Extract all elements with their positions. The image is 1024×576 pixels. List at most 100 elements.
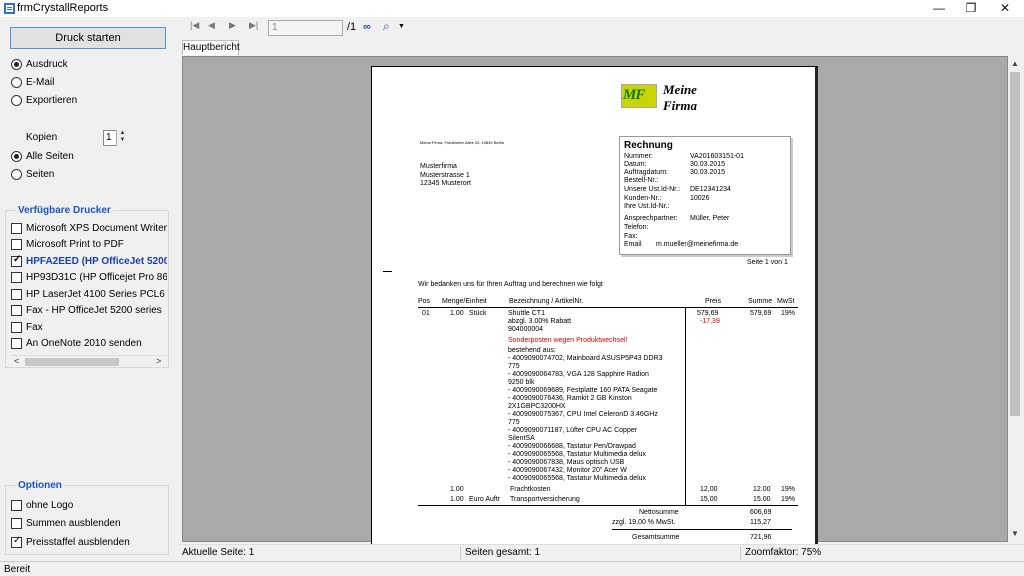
logo-initials: MF [623,87,645,103]
contact-label: Email [624,241,642,248]
printer-item[interactable]: Microsoft XPS Document Writer [11,221,167,235]
status-divider [460,547,461,560]
prev-page-icon[interactable]: ◀ [208,20,215,31]
printer-item[interactable]: Fax - HP OfficeJet 5200 series [11,303,167,317]
radio-indicator[interactable] [11,76,22,88]
printer-item[interactable]: Microsoft Print to PDF [11,237,167,251]
checkbox[interactable] [11,517,22,529]
component-line: - 4009090067838, Maus optisch USB [508,459,625,466]
last-page-icon[interactable]: ▶| [249,20,258,31]
contact-label: Ansprechpartner: [624,215,678,222]
radio-ausdruck[interactable]: Ausdruck [11,57,68,71]
printer-label: Fax - HP OfficeJet 5200 series [26,304,162,316]
zoom-icon[interactable]: ⌕ [383,19,390,34]
maximize-button[interactable]: ❐ [954,0,988,17]
checkbox[interactable] [11,321,22,333]
printer-item[interactable]: Fax [11,320,167,334]
printer-item[interactable]: An OneNote 2010 senden [11,336,167,350]
status-total-pages: Seiten gesamt: 1 [465,547,541,558]
option-hide-price-tiers[interactable]: Preisstaffel ausblenden [11,535,130,549]
printer-group-title: Verfügbare Drucker [16,205,113,216]
checkbox[interactable] [11,238,22,250]
component-line: bestehend aus: [508,347,556,354]
radio-pages[interactable]: Seiten [11,167,54,181]
checkbox[interactable] [11,271,22,283]
option-hide-sums[interactable]: Summen ausblenden [11,516,121,530]
radio-label: Exportieren [26,94,78,106]
radio-indicator[interactable] [11,58,22,70]
checkbox[interactable] [11,535,22,548]
printer-label: HP LaserJet 4100 Series PCL6 [26,288,165,300]
checkbox[interactable] [11,499,22,511]
checkbox[interactable] [11,304,22,316]
radio-email[interactable]: E-Mail [11,75,54,89]
vat-label: zzgl. 19,00 % MwSt. [612,519,676,526]
invoice-label: Datum: [624,161,647,168]
zoom-dropdown-icon[interactable]: ▼ [398,23,405,30]
checkbox[interactable] [11,254,22,267]
component-line: 775 [508,419,520,426]
fold-mark [383,271,392,272]
radio-indicator[interactable] [11,150,22,162]
invoice-label: Nummer: [624,153,653,160]
report-page: MF Meine Firma Meine Firma, Frankfurter … [371,66,818,556]
radio-label: E-Mail [26,76,55,88]
spin-up-icon[interactable]: ▲ [117,130,128,137]
sender-line: Meine Firma, Frankfurter Allee 20, 10840… [420,140,505,145]
checkbox[interactable] [11,222,22,234]
close-button[interactable]: ✕ [988,0,1022,17]
item1-line: Shuttle CT1 [508,310,545,317]
col-price: Preis [705,298,721,305]
viewer-status-bar: Aktuelle Seite: 1 Seiten gesamt: 1 Zoomf… [178,544,1024,561]
contact-label: Fax: [624,233,638,240]
printer-item[interactable]: HP93D31C (HP Officejet Pro 8610) [11,270,167,284]
option-label: Summen ausblenden [26,517,121,529]
item3-qty: 1.00 [450,496,464,503]
scroll-down-icon[interactable]: ▼ [1011,529,1019,538]
app-icon [4,3,15,14]
printer-item[interactable]: HP LaserJet 4100 Series PCL6 [11,287,167,301]
invoice-label: Unsere Ust.Id-Nr.: [624,186,681,193]
first-page-icon[interactable]: |◀ [190,20,199,31]
printer-label: Microsoft Print to PDF [26,238,124,250]
scroll-right-icon[interactable]: > [156,356,161,367]
checkbox[interactable] [11,288,22,300]
invoice-value: 10026 [690,195,710,202]
item2-sum: 12.00 [753,486,771,493]
preview-vertical-scrollbar[interactable]: ▲ ▼ [1008,56,1022,542]
item1-discount: -17,39 [700,318,720,325]
tab-hauptbericht[interactable]: Hauptbericht [182,40,240,55]
contact-value: m.mueller@meinefirma.de [656,241,739,248]
page-number-input[interactable]: 1 [268,20,343,36]
spin-down-icon[interactable]: ▼ [117,137,128,144]
option-no-logo[interactable]: ohne Logo [11,498,73,512]
printer-horizontal-scrollbar[interactable]: < > [11,355,167,367]
status-divider [740,547,741,560]
copies-spinner[interactable]: ▲ ▼ [116,130,128,146]
radio-indicator[interactable] [11,94,22,106]
scroll-left-icon[interactable]: < [14,356,19,367]
binoculars-icon[interactable]: ∞ [363,21,371,33]
component-line: - 4009090067432, Monitor 20" Acer W [508,467,627,474]
scroll-thumb[interactable] [25,358,119,366]
item1-unit: Stück [469,310,487,317]
netto-value: 606,69 [750,509,772,516]
radio-indicator[interactable] [11,168,22,180]
next-page-icon[interactable]: ▶ [229,20,236,31]
scroll-up-icon[interactable]: ▲ [1011,59,1019,68]
item3-desc: Transportversicherung [510,496,580,503]
scroll-thumb[interactable] [1010,72,1020,416]
minimize-button[interactable]: — [922,0,956,17]
radio-label: Alle Seiten [26,150,74,162]
print-button[interactable]: Druck starten [10,27,166,49]
printer-item[interactable]: HPFA2EED (HP OfficeJet 5200 [11,254,167,268]
radio-all-pages[interactable]: Alle Seiten [11,149,74,163]
item1-price: 579,69 [697,310,719,317]
component-line: SilentSA [508,435,535,442]
checkbox[interactable] [11,337,22,349]
item1-special: Sonderposten wegen Produktwechsel! [508,337,628,344]
radio-export[interactable]: Exportieren [11,93,77,107]
invoice-value: 30.03.2015 [690,161,726,168]
component-line: - 4009090064783, VGA 128 Sapphire Radion [508,371,649,378]
invoice-title: Rechnung [624,140,673,151]
